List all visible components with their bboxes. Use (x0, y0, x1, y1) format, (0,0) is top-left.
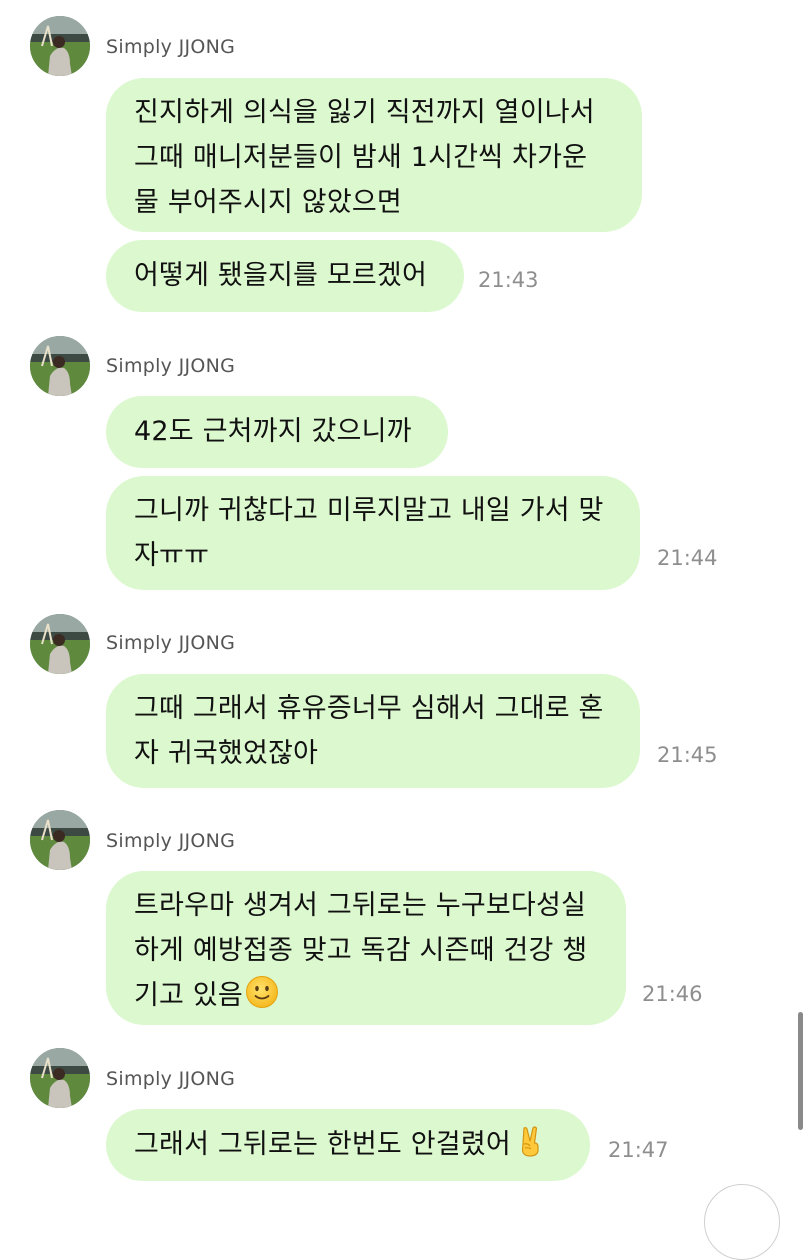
message-timestamp: 21:44 (657, 546, 718, 570)
sender-avatar[interactable] (30, 16, 90, 76)
message-text-line: 그래서 그뒤로는 한번도 안걸렸어 (134, 1122, 562, 1167)
victory-hand-icon (513, 1124, 547, 1158)
message-text-fragment: 그래서 그뒤로는 한번도 안걸렸어 (134, 1129, 511, 1160)
message-bubble[interactable]: 진지하게 의식을 잃기 직전까지 열이나서 그때 매니저분들이 밤새 1시간씩 … (106, 78, 642, 232)
message-bubble[interactable]: 어떻게 됐을지를 모르겠어 (106, 240, 464, 312)
sender-name: Simply JJONG (106, 355, 236, 377)
message-text-line: 그때 매니저분들이 밤새 1시간씩 차가운 (134, 142, 588, 173)
sender-avatar[interactable] (30, 614, 90, 674)
sender-name: Simply JJONG (106, 632, 236, 654)
sender-avatar[interactable] (30, 1048, 90, 1108)
message-text-line: 그니까 귀찮다고 미루지말고 내일 가서 맞 (134, 495, 604, 526)
message-bubble[interactable]: 그래서 그뒤로는 한번도 안걸렸어 (106, 1109, 590, 1181)
scroll-to-bottom-button[interactable] (704, 1184, 780, 1260)
message-timestamp: 21:43 (478, 268, 539, 292)
message-text-line: 물 부어주시지 않았으면 (134, 187, 402, 218)
chat-message-list[interactable]: Simply JJONG 진지하게 의식을 잃기 직전까지 열이나서 그때 매니… (0, 0, 807, 1260)
message-bubble[interactable]: 그니까 귀찮다고 미루지말고 내일 가서 맞 자ㅠㅠ (106, 476, 640, 590)
sender-avatar[interactable] (30, 336, 90, 396)
message-timestamp: 21:46 (642, 982, 703, 1006)
slightly-smiling-face-icon (245, 975, 279, 1009)
message-text-line: 기고 있음 (134, 973, 598, 1018)
scrollbar-thumb[interactable] (798, 1012, 803, 1130)
sender-name: Simply JJONG (106, 830, 236, 852)
message-text-line: 하게 예방접종 맞고 독감 시즌때 건강 챙 (134, 935, 588, 966)
message-bubble[interactable]: 42도 근처까지 갔으니까 (106, 396, 448, 468)
message-timestamp: 21:47 (608, 1138, 669, 1162)
message-timestamp: 21:45 (657, 743, 718, 767)
message-bubble[interactable]: 그때 그래서 휴유증너무 심해서 그대로 혼 자 귀국했었잖아 (106, 674, 640, 788)
sender-name: Simply JJONG (106, 36, 236, 58)
message-text-line: 어떻게 됐을지를 모르겠어 (134, 260, 428, 291)
message-text-line: 42도 근처까지 갔으니까 (134, 416, 412, 447)
message-text-line: 자 귀국했었잖아 (134, 738, 319, 769)
sender-name: Simply JJONG (106, 1068, 236, 1090)
sender-avatar[interactable] (30, 810, 90, 870)
message-text-line: 자ㅠㅠ (134, 540, 210, 571)
message-text-line: 그때 그래서 휴유증너무 심해서 그대로 혼 (134, 693, 604, 724)
message-bubble[interactable]: 트라우마 생겨서 그뒤로는 누구보다성실 하게 예방접종 맞고 독감 시즌때 건… (106, 871, 626, 1025)
message-text-fragment: 기고 있음 (134, 980, 243, 1011)
message-text-line: 트라우마 생겨서 그뒤로는 누구보다성실 (134, 890, 587, 921)
message-text-line: 진지하게 의식을 잃기 직전까지 열이나서 (134, 97, 595, 128)
